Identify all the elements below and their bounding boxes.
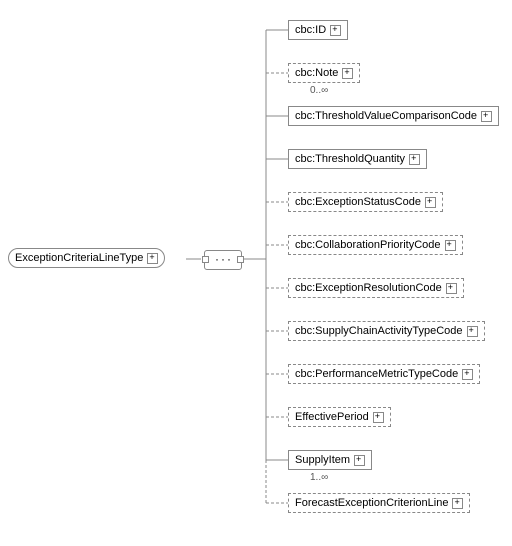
child-element: SupplyItem — [288, 450, 372, 470]
expand-icon[interactable] — [354, 455, 365, 466]
cardinality-label: 0..∞ — [310, 85, 328, 96]
expand-icon[interactable] — [467, 326, 478, 337]
child-label: EffectivePeriod — [295, 411, 369, 423]
expand-icon[interactable] — [342, 68, 353, 79]
root-type: ExceptionCriteriaLineType — [8, 248, 165, 268]
child-label: ForecastExceptionCriterionLine — [295, 497, 448, 509]
root-label: ExceptionCriteriaLineType — [15, 252, 143, 264]
child-element: ForecastExceptionCriterionLine — [288, 493, 470, 513]
expand-icon[interactable] — [409, 154, 420, 165]
child-label: cbc:ThresholdQuantity — [295, 153, 405, 165]
expand-icon[interactable] — [446, 283, 457, 294]
child-label: cbc:CollaborationPriorityCode — [295, 239, 441, 251]
expand-icon[interactable] — [452, 498, 463, 509]
child-element: cbc:Note — [288, 63, 360, 83]
expand-icon[interactable] — [147, 253, 158, 264]
child-element: cbc:ThresholdValueComparisonCode — [288, 106, 499, 126]
cardinality-label: 1..∞ — [310, 472, 328, 483]
child-element: cbc:ExceptionStatusCode — [288, 192, 443, 212]
child-element: cbc:ThresholdQuantity — [288, 149, 427, 169]
child-element: EffectivePeriod — [288, 407, 391, 427]
sequence-compositor — [204, 250, 242, 270]
child-label: cbc:ExceptionResolutionCode — [295, 282, 442, 294]
child-element: cbc:PerformanceMetricTypeCode — [288, 364, 480, 384]
child-label: SupplyItem — [295, 454, 350, 466]
expand-icon[interactable] — [373, 412, 384, 423]
child-element: cbc:ExceptionResolutionCode — [288, 278, 464, 298]
expand-icon[interactable] — [481, 111, 492, 122]
child-label: cbc:ThresholdValueComparisonCode — [295, 110, 477, 122]
child-element: cbc:CollaborationPriorityCode — [288, 235, 463, 255]
expand-icon[interactable] — [462, 369, 473, 380]
expand-icon[interactable] — [330, 25, 341, 36]
child-label: cbc:PerformanceMetricTypeCode — [295, 368, 458, 380]
child-label: cbc:ExceptionStatusCode — [295, 196, 421, 208]
expand-icon[interactable] — [445, 240, 456, 251]
child-label: cbc:ID — [295, 24, 326, 36]
child-label: cbc:Note — [295, 67, 338, 79]
child-element: cbc:SupplyChainActivityTypeCode — [288, 321, 485, 341]
child-label: cbc:SupplyChainActivityTypeCode — [295, 325, 463, 337]
expand-icon[interactable] — [425, 197, 436, 208]
child-element: cbc:ID — [288, 20, 348, 40]
